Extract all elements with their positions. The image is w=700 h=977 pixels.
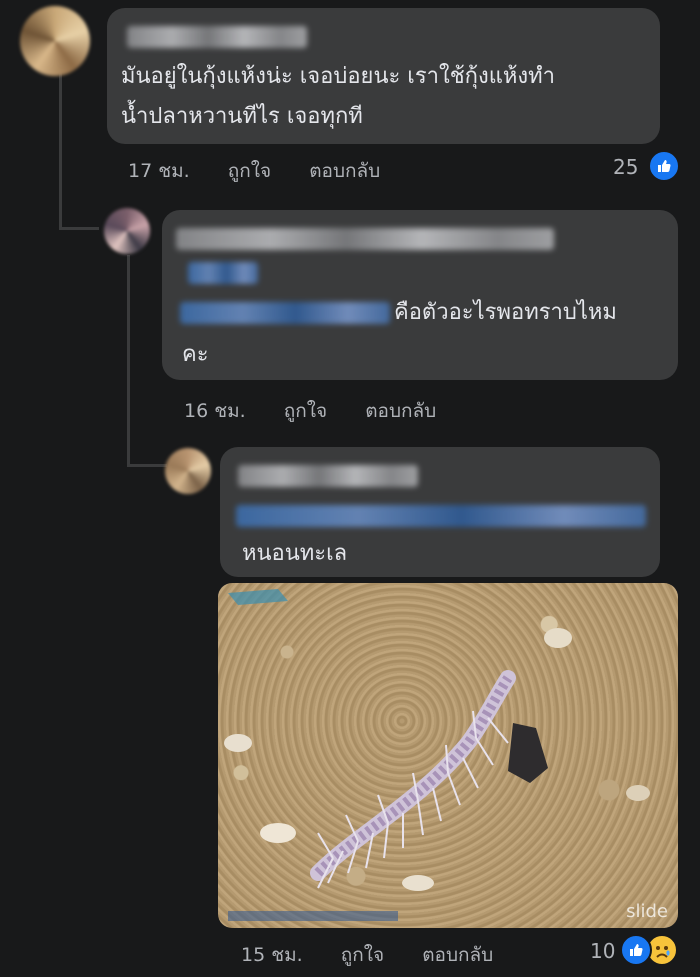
like-link[interactable]: ถูกใจ [228,160,271,182]
comment-text-line-1: มันอยู่ในกุ้งแห้งน่ะ เจอบ่อยนะ เราใช้กุ้… [121,64,556,89]
like-link[interactable]: ถูกใจ [341,944,384,966]
comment-text-line-1: หนอนทะเล [242,541,348,566]
reaction-count[interactable]: 25 [613,155,638,179]
sea-worm-illustration [224,589,650,921]
thumbs-up-icon[interactable] [620,934,652,966]
commenter-name[interactable] [238,465,418,487]
tagged-user-link[interactable] [236,505,646,527]
comment-text-line-2: คะ [182,342,209,367]
timestamp[interactable]: 17 ชม. [128,160,190,182]
avatar[interactable] [104,208,150,254]
attached-photo[interactable]: slide [218,583,678,928]
comment-bubble-2: คือตัวอะไรพอทราบไหม คะ [162,210,678,380]
comment-meta-3: 15 ชม. ถูกใจ ตอบกลับ [241,940,493,970]
tagged-user-link[interactable] [180,302,390,324]
reaction-count[interactable]: 10 [590,939,615,963]
reply-link[interactable]: ตอบกลับ [365,400,436,422]
thumbs-up-icon[interactable] [648,150,680,182]
thread-line-sub [127,255,130,465]
comment-bubble-3: หนอนทะเล [220,447,660,577]
like-link[interactable]: ถูกใจ [284,400,327,422]
comment-bubble-1: มันอยู่ในกุ้งแห้งน่ะ เจอบ่อยนะ เราใช้กุ้… [107,8,660,144]
avatar[interactable] [165,448,211,494]
avatar[interactable] [20,6,90,76]
comment-meta-2: 16 ชม. ถูกใจ ตอบกลับ [184,396,436,426]
comment-meta-1: 17 ชม. ถูกใจ ตอบกลับ [128,156,380,186]
photo-watermark: slide [626,901,668,922]
timestamp[interactable]: 15 ชม. [241,944,303,966]
comment-text-line-2: น้ำปลาหวานทีไร เจอทุกที [121,104,363,129]
commenter-name[interactable] [127,26,307,48]
thread-line-main [59,70,62,230]
reply-link[interactable]: ตอบกลับ [309,160,380,182]
commenter-name[interactable] [176,228,554,250]
timestamp[interactable]: 16 ชม. [184,400,246,422]
tagged-user-link[interactable] [188,262,258,284]
thread-line-branch-2 [127,464,167,467]
comment-text-line-1: คือตัวอะไรพอทราบไหม [394,300,617,325]
reply-link[interactable]: ตอบกลับ [422,944,493,966]
thread-line-branch-1 [59,227,99,230]
